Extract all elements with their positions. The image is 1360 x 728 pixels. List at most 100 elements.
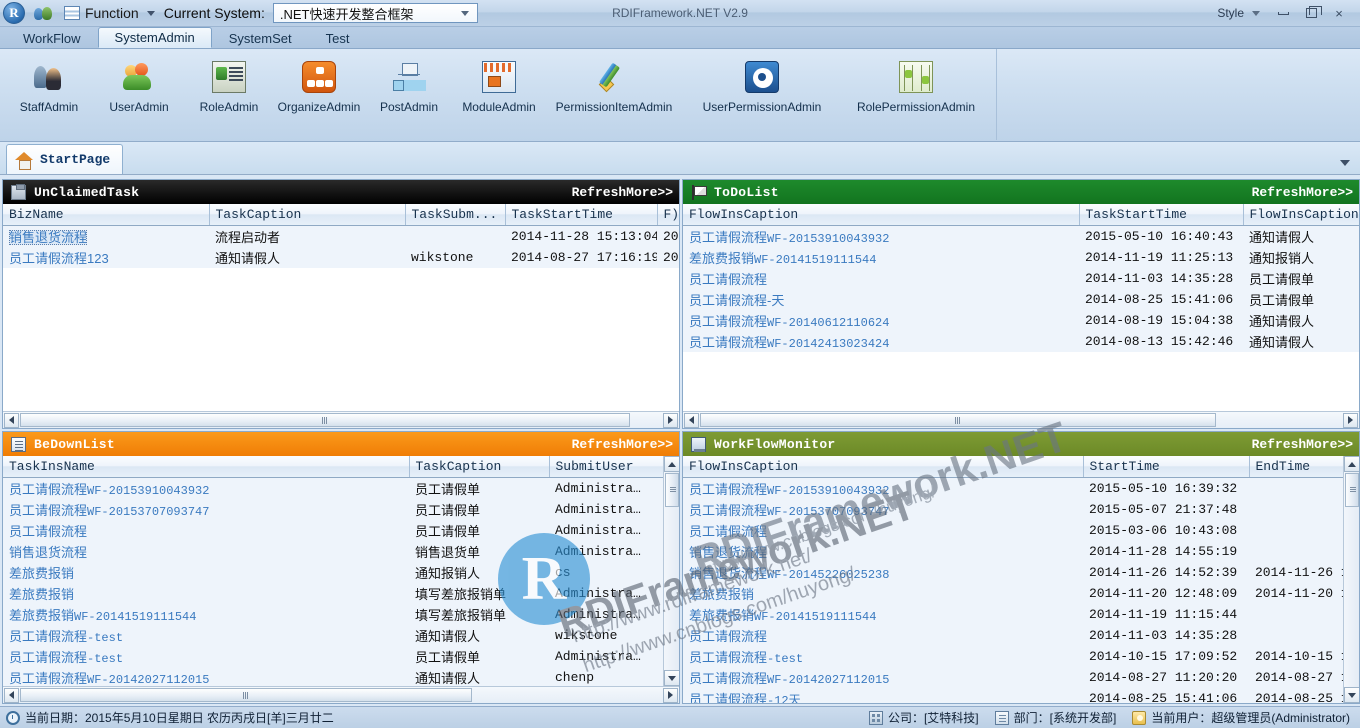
cell-flowinscaption[interactable]: 员工请假流程WF-20142027112015 (683, 667, 1083, 688)
table-row[interactable]: 员工请假流程WF-20142027112015 2014-08-27 11:20:… (683, 667, 1343, 688)
flow-link-suffix[interactable]: WF-20145226025238 (767, 568, 889, 582)
cell-flowinscaption[interactable]: 员工请假流程WF-20140612110624 (683, 310, 1079, 331)
table-row[interactable]: 员工请假流程WF-20140612110624 2014-08-19 15:04:… (683, 310, 1359, 331)
horizontal-scrollbar[interactable] (3, 411, 679, 428)
flow-link-suffix[interactable]: WF-20153707093747 (767, 505, 889, 519)
table-row[interactable]: 员工请假流程WF-20153707093747 2015-05-07 21:37:… (683, 499, 1343, 520)
ribbon-button-permissionitemadmin[interactable]: PermissionItemAdmin (544, 55, 684, 133)
ribbon-button-organizeadmin[interactable]: OrganizeAdmin (274, 55, 364, 133)
ribbon-button-useradmin[interactable]: UserAdmin (94, 55, 184, 133)
flow-link-suffix[interactable]: WF-20153910043932 (767, 232, 889, 246)
style-button[interactable]: Style (1217, 6, 1244, 20)
table-row[interactable]: 员工请假流程WF-20142413023424 2014-08-13 15:42:… (683, 331, 1359, 352)
flow-link-suffix[interactable]: -test (767, 652, 803, 666)
cell-flowinscaption[interactable]: 员工请假流程WF-20153910043932 (683, 226, 1079, 248)
cell-taskinsname[interactable]: 员工请假流程-test (3, 646, 409, 667)
table-row[interactable]: 员工请假流程 2014-11-03 14:35:28 (683, 625, 1343, 646)
flow-link[interactable]: 销售退货流程 (9, 545, 87, 560)
chevron-down-icon[interactable] (460, 10, 469, 16)
flow-link-suffix[interactable]: WF-20153910043932 (87, 484, 209, 498)
table-row[interactable]: 差旅费报销WF-20141519111544 2014-11-19 11:25:1… (683, 247, 1359, 268)
scroll-track[interactable] (20, 687, 662, 703)
column-header-flowins[interactable]: F) (657, 204, 679, 226)
cell-taskinsname[interactable]: 员工请假流程-test (3, 625, 409, 646)
table-row[interactable]: 员工请假流程-12天 2014-08-25 15:41:06 2014-08-25 … (683, 688, 1343, 703)
flow-link[interactable]: 差旅费报销 (9, 566, 74, 581)
flow-link-suffix[interactable]: WF-20142027112015 (767, 673, 889, 687)
cell-taskinsname[interactable]: 销售退货流程 (3, 541, 409, 562)
flow-link-suffix[interactable]: WF-20141519111544 (754, 610, 876, 624)
flow-link[interactable]: 差旅费报销 (689, 608, 754, 623)
cell-flowinscaption[interactable]: 差旅费报销WF-20141519111544 (683, 604, 1083, 625)
cell-taskinsname[interactable]: 差旅费报销 (3, 562, 409, 583)
cell-taskinsname[interactable]: 员工请假流程WF-20153707093747 (3, 499, 409, 520)
table-row[interactable]: 员工请假流程WF-20153910043932 2015-05-10 16:39:… (683, 477, 1343, 499)
table-row[interactable]: 员工请假流程-test 2014-10-15 17:09:52 2014-10-15… (683, 646, 1343, 667)
tab-test[interactable]: Test (309, 27, 367, 48)
scroll-left-button[interactable] (4, 687, 19, 703)
flow-link[interactable]: 员工请假流程 (9, 629, 87, 644)
table-row[interactable]: 员工请假流程WF-20153707093747 员工请假单 Administra… (3, 499, 663, 520)
vertical-scrollbar[interactable] (1343, 456, 1359, 703)
people-icon[interactable] (34, 4, 54, 22)
column-header-submituser[interactable]: SubmitUser (549, 456, 663, 478)
flow-link-suffix[interactable]: -test (87, 652, 123, 666)
tab-workflow[interactable]: WorkFlow (6, 27, 98, 48)
scroll-track[interactable] (664, 508, 680, 670)
flow-link[interactable]: 员工请假流程 (9, 524, 87, 539)
cell-flowinscaption[interactable]: 员工请假流程 (683, 268, 1079, 289)
column-header-taskcaption[interactable]: TaskCaption (209, 204, 406, 226)
flow-link[interactable]: 员工请假流程 (689, 335, 767, 350)
flow-link[interactable]: 销售退货流程 (689, 545, 767, 560)
flow-link[interactable]: 差旅费报销 (9, 587, 74, 602)
flow-link[interactable]: 员工请假流程 (689, 650, 767, 665)
column-header-starttime[interactable]: StartTime (1083, 456, 1250, 478)
scroll-left-button[interactable] (684, 412, 699, 428)
flow-link-suffix[interactable]: -test (87, 631, 123, 645)
table-row[interactable]: 员工请假流程WF-20153910043932 员工请假单 Administra… (3, 477, 663, 500)
cell-taskinsname[interactable]: 员工请假流程WF-20153910043932 (3, 478, 409, 500)
flow-link[interactable]: 员工请假流程 (9, 503, 87, 518)
flow-link-suffix[interactable]: WF-20153910043932 (767, 484, 889, 498)
scroll-right-button[interactable] (663, 687, 678, 703)
ribbon-button-rolepermissionadmin[interactable]: RolePermissionAdmin (840, 55, 992, 133)
table-row[interactable]: 差旅费报销WF-20141519111544 2014-11-19 11:15:4… (683, 604, 1343, 625)
scroll-thumb[interactable] (20, 687, 472, 702)
scroll-thumb[interactable] (20, 412, 630, 427)
restore-button[interactable] (1298, 3, 1324, 23)
table-row[interactable]: 员工请假流程-test 员工请假单 Administra… (3, 646, 663, 667)
cell-taskinsname[interactable]: 差旅费报销 (3, 583, 409, 604)
flow-link[interactable]: 员工请假流程 (9, 482, 87, 497)
table-row[interactable]: 差旅费报销 2014-11-20 12:48:09 2014-11-20 13 (683, 583, 1343, 604)
table-row[interactable]: 员工请假流程-test 通知请假人 wikstone (3, 625, 663, 646)
scroll-right-button[interactable] (663, 412, 678, 428)
style-chevron-down-icon[interactable] (1252, 10, 1260, 16)
flow-link[interactable]: 差旅费报销 (689, 251, 754, 266)
table-row[interactable]: 销售退货流程 2014-11-28 14:55:19 (683, 541, 1343, 562)
scroll-thumb[interactable] (1344, 473, 1359, 507)
cell-bizname[interactable]: 员工请假流程123 (3, 247, 209, 268)
table-row[interactable]: 员工请假流程123 通知请假人 wikstone 2014-08-27 17:1… (3, 247, 679, 268)
cell-taskinsname[interactable]: 员工请假流程 (3, 520, 409, 541)
flow-link[interactable]: 差旅费报销 (689, 587, 754, 602)
cell-flowinscaption[interactable]: 销售退货流程 (683, 541, 1083, 562)
ribbon-button-roleadmin[interactable]: RoleAdmin (184, 55, 274, 133)
flow-link-suffix[interactable]: WF-20140612110624 (767, 316, 889, 330)
column-header-taskcaption[interactable]: TaskCaption (409, 456, 550, 478)
scroll-down-button[interactable] (663, 670, 679, 686)
table-row[interactable]: 员工请假流程 2015-03-06 10:43:08 (683, 520, 1343, 541)
table-row[interactable]: 差旅费报销 通知报销人 cs (3, 562, 663, 583)
minimize-button[interactable] (1270, 3, 1296, 23)
flow-link[interactable]: 员工请假流程 (689, 482, 767, 497)
refresh-more-link[interactable]: RefreshMore>> (572, 437, 673, 452)
flow-link[interactable]: 员工请假流程 (9, 671, 87, 686)
scroll-thumb[interactable] (664, 473, 679, 507)
flow-link[interactable]: 员工请假流程 (689, 629, 767, 644)
cell-taskinsname[interactable]: 差旅费报销WF-20141519111544 (3, 604, 409, 625)
document-tab-startpage[interactable]: StartPage (6, 144, 124, 174)
column-header-endtime[interactable]: EndTime (1249, 456, 1343, 478)
cell-flowinscaption[interactable]: 差旅费报销 (683, 583, 1083, 604)
table-row[interactable]: 员工请假流程WF-20153910043932 2015-05-10 16:40:… (683, 225, 1359, 248)
flow-link[interactable]: 员工请假流程 (689, 503, 767, 518)
flow-link-suffix[interactable]: WF-20141519111544 (74, 610, 196, 624)
